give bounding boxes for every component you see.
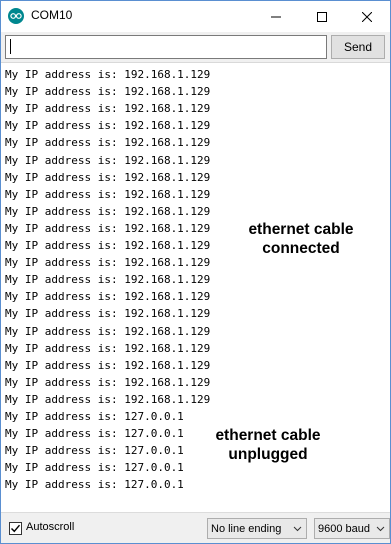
output-line: My IP address is: 192.168.1.129 [5, 68, 211, 81]
output-line: My IP address is: 192.168.1.129 [5, 187, 211, 201]
output-line: My IP address is: 127.0.0.1 [5, 410, 184, 423]
arduino-icon [8, 8, 24, 24]
output-line: My IP address is: 192.168.1.129 [5, 170, 211, 184]
autoscroll-label[interactable]: Autoscroll [26, 521, 74, 533]
output-line: My IP address is: 192.168.1.129 [5, 239, 211, 252]
minimize-icon [271, 16, 281, 17]
minimize-button[interactable] [253, 1, 299, 32]
checkmark-icon [11, 524, 21, 533]
line-ending-value: No line ending [211, 522, 282, 535]
output-line: My IP address is: 192.168.1.129 [5, 119, 211, 133]
close-button[interactable] [344, 1, 390, 32]
maximize-icon [317, 11, 327, 22]
annotation-line: unplugged [228, 446, 308, 463]
output-line: My IP address is: 192.168.1.129 [5, 341, 211, 355]
output-line: My IP address is: 192.168.1.129 [5, 375, 211, 389]
close-icon [362, 11, 372, 22]
output-line: My IP address is: 127.0.0.1 [5, 461, 184, 475]
send-bar: Send [1, 32, 390, 62]
chevron-down-icon [376, 526, 385, 532]
output-line: My IP address is: 192.168.1.129 [5, 273, 211, 287]
maximize-button[interactable] [299, 1, 345, 32]
output-line: My IP address is: 192.168.1.129 [5, 153, 211, 167]
window-title: COM10 [31, 8, 73, 22]
output-line: My IP address is: 127.0.0.1 [5, 478, 184, 492]
serial-monitor-window: COM10 Send ethernet cable connected ethe… [0, 0, 391, 544]
output-line: My IP address is: 192.168.1.129 [5, 307, 211, 321]
send-button[interactable]: Send [331, 35, 385, 59]
annotation-connected: ethernet cable connected [236, 220, 366, 258]
output-line: My IP address is: 192.168.1.129 [5, 324, 211, 338]
output-line: My IP address is: 192.168.1.129 [5, 256, 211, 270]
baud-rate-select[interactable]: 9600 baud [314, 518, 390, 539]
autoscroll-checkbox[interactable] [9, 522, 22, 535]
text-cursor [10, 39, 11, 54]
output-line: My IP address is: 192.168.1.129 [5, 358, 211, 372]
serial-output[interactable]: ethernet cable connected ethernet cable … [1, 63, 390, 512]
output-line: My IP address is: 192.168.1.129 [5, 290, 211, 304]
annotation-line: ethernet cable [215, 427, 321, 444]
output-line: My IP address is: 192.168.1.129 [5, 85, 211, 99]
annotation-unplugged: ethernet cable unplugged [203, 426, 333, 464]
annotation-line: ethernet cable [248, 221, 354, 238]
title-bar[interactable]: COM10 [1, 1, 390, 32]
output-line: My IP address is: 192.168.1.129 [5, 221, 211, 235]
line-ending-select[interactable]: No line ending [207, 518, 307, 539]
output-line: My IP address is: 192.168.1.129 [5, 136, 211, 150]
output-line: My IP address is: 192.168.1.129 [5, 102, 211, 116]
output-line: My IP address is: 127.0.0.1 [5, 427, 184, 441]
output-line: My IP address is: 192.168.1.129 [5, 392, 211, 406]
output-line: My IP address is: 127.0.0.1 [5, 444, 184, 458]
annotation-line: connected [262, 240, 340, 257]
send-input[interactable] [5, 35, 327, 59]
baud-rate-value: 9600 baud [318, 522, 370, 535]
output-line: My IP address is: 192.168.1.129 [5, 204, 211, 218]
chevron-down-icon [293, 526, 302, 532]
status-bar: Autoscroll No line ending 9600 baud [1, 512, 390, 543]
